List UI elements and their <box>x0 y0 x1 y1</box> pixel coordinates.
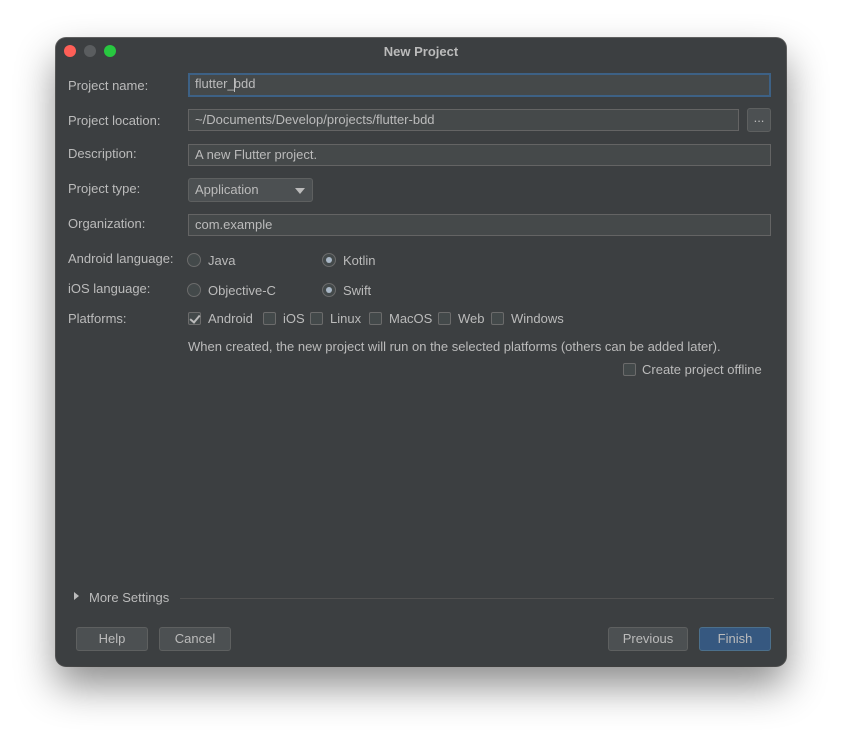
organization-input[interactable]: com.example <box>188 214 771 236</box>
previous-button[interactable]: Previous <box>608 627 688 651</box>
ios-language-label: iOS language: <box>68 281 151 296</box>
radio-java[interactable] <box>187 253 201 267</box>
divider <box>180 598 774 599</box>
project-location-label: Project location: <box>68 113 161 128</box>
platforms-label: Platforms: <box>68 311 127 326</box>
radio-objective-c-label[interactable]: Objective-C <box>208 283 276 298</box>
project-name-text-after-caret: bdd <box>233 76 256 91</box>
radio-kotlin-label[interactable]: Kotlin <box>343 253 376 268</box>
checkbox-android-label[interactable]: Android <box>208 311 253 326</box>
checkbox-web-label[interactable]: Web <box>458 311 485 326</box>
description-input[interactable]: A new Flutter project. <box>188 144 771 166</box>
checkbox-linux[interactable] <box>310 312 323 325</box>
description-label: Description: <box>68 146 137 161</box>
project-type-label: Project type: <box>68 181 141 196</box>
title-bar: New Project <box>56 38 786 64</box>
new-project-dialog: New Project Project name: flutter_bdd Pr… <box>56 38 786 666</box>
more-settings-toggle[interactable]: More Settings <box>89 590 169 605</box>
finish-button[interactable]: Finish <box>699 627 771 651</box>
browse-location-button[interactable]: ... <box>747 108 771 132</box>
radio-java-label[interactable]: Java <box>208 253 235 268</box>
radio-swift-label[interactable]: Swift <box>343 283 371 298</box>
project-type-dropdown[interactable]: Application <box>188 178 313 202</box>
checkbox-ios-label[interactable]: iOS <box>283 311 305 326</box>
project-location-input[interactable]: ~/Documents/Develop/projects/flutter-bdd <box>188 109 739 131</box>
checkbox-create-offline-label[interactable]: Create project offline <box>642 362 762 377</box>
android-language-label: Android language: <box>68 251 174 266</box>
radio-objective-c[interactable] <box>187 283 201 297</box>
project-type-value: Application <box>195 182 259 197</box>
checkbox-create-offline[interactable] <box>623 363 636 376</box>
checkbox-windows-label[interactable]: Windows <box>511 311 564 326</box>
project-name-text-before-caret: flutter_ <box>195 76 235 91</box>
checkbox-linux-label[interactable]: Linux <box>330 311 361 326</box>
window-title: New Project <box>383 44 459 59</box>
checkbox-ios[interactable] <box>263 312 276 325</box>
cancel-button[interactable]: Cancel <box>159 627 231 651</box>
checkbox-macos[interactable] <box>369 312 382 325</box>
checkbox-windows[interactable] <box>491 312 504 325</box>
checkbox-web[interactable] <box>438 312 451 325</box>
project-name-label: Project name: <box>68 78 149 93</box>
platforms-info-text: When created, the new project will run o… <box>188 339 721 354</box>
project-name-input[interactable]: flutter_bdd <box>188 73 771 97</box>
radio-kotlin[interactable] <box>322 253 336 267</box>
expand-triangle-icon[interactable] <box>74 592 79 600</box>
checkbox-android[interactable] <box>188 312 201 325</box>
chevron-down-icon <box>295 188 305 194</box>
organization-label: Organization: <box>68 216 146 231</box>
checkbox-macos-label[interactable]: MacOS <box>389 311 432 326</box>
radio-swift[interactable] <box>322 283 336 297</box>
help-button[interactable]: Help <box>76 627 148 651</box>
